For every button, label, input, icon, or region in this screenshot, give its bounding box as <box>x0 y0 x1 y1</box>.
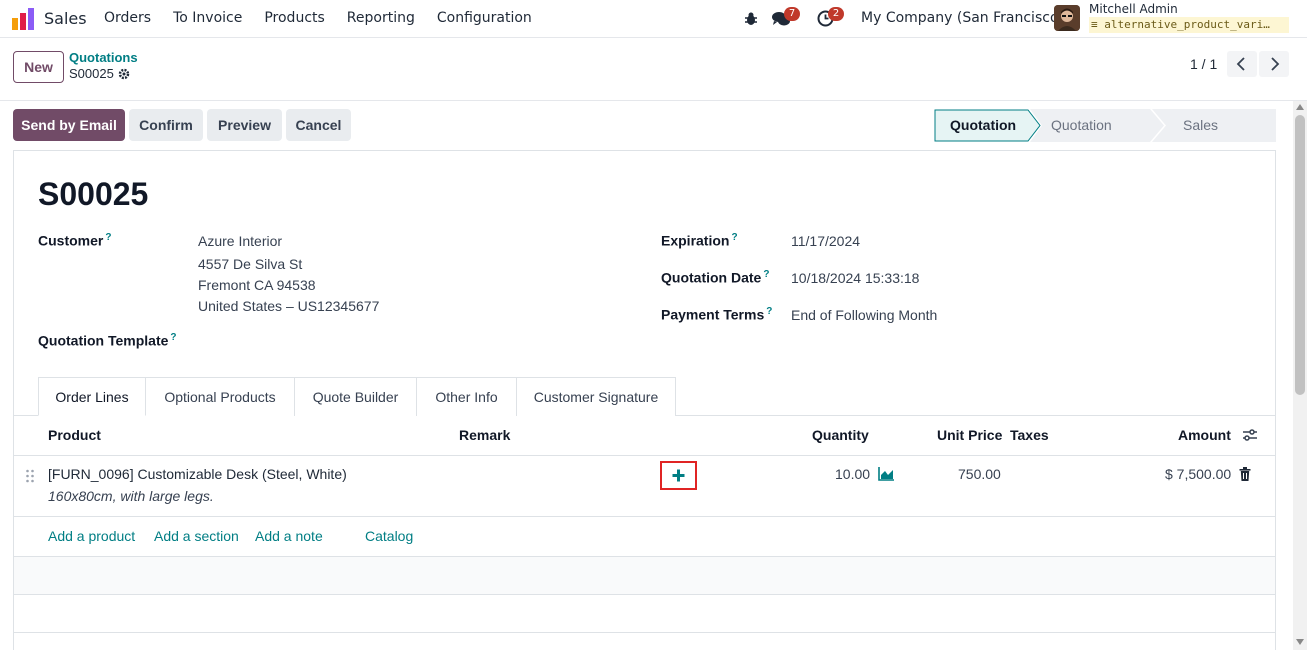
record-name-label: S00025 <box>69 66 114 81</box>
table-header-divider <box>13 455 1276 456</box>
scroll-up-icon[interactable] <box>1296 104 1304 110</box>
empty-row <box>14 557 1275 594</box>
top-navbar: Sales Orders To Invoice Products Reporti… <box>0 0 1307 38</box>
help-icon[interactable]: ? <box>766 306 772 317</box>
database-name: ≡ alternative_product_vari… <box>1089 17 1289 33</box>
new-button[interactable]: New <box>13 51 64 83</box>
row-divider <box>13 516 1276 517</box>
tab-order-lines[interactable]: Order Lines <box>38 377 146 416</box>
scroll-down-icon[interactable] <box>1296 639 1304 645</box>
quotation-template-label: Quotation Template? <box>38 332 177 349</box>
menu-configuration[interactable]: Configuration <box>437 10 532 26</box>
customer-line-1[interactable]: Azure Interior <box>198 233 282 249</box>
trash-icon[interactable] <box>1239 467 1251 481</box>
row-quantity[interactable]: 10.00 <box>835 466 870 482</box>
column-taxes[interactable]: Taxes <box>1010 427 1049 443</box>
column-remark[interactable]: Remark <box>459 427 510 443</box>
pager-previous-button[interactable] <box>1227 51 1257 77</box>
database-icon: ≡ <box>1091 18 1105 31</box>
user-avatar[interactable] <box>1054 5 1080 31</box>
column-amount[interactable]: Amount <box>1178 427 1231 443</box>
expiration-label: Expiration? <box>661 232 738 249</box>
send-by-email-button[interactable]: Send by Email <box>13 109 125 141</box>
help-icon[interactable]: ? <box>170 332 176 343</box>
stage-quotation[interactable]: Quotation <box>950 109 1016 142</box>
confirm-button[interactable]: Confirm <box>129 109 203 141</box>
row-product[interactable]: [FURN_0096] Customizable Desk (Steel, Wh… <box>48 466 347 482</box>
control-panel: New Quotations S00025 1 / 1 <box>0 39 1307 101</box>
scrollbar-thumb[interactable] <box>1295 115 1305 395</box>
add-section-link[interactable]: Add a section <box>154 528 239 544</box>
drag-handle-icon[interactable] <box>25 468 35 484</box>
pager-value[interactable]: 1 / 1 <box>1190 56 1217 72</box>
customer-label: Customer? <box>38 232 112 249</box>
gear-icon[interactable] <box>118 68 130 80</box>
bug-icon[interactable] <box>743 11 759 27</box>
column-quantity[interactable]: Quantity <box>812 427 869 443</box>
quotation-date-label: Quotation Date? <box>661 269 770 286</box>
database-label: alternative_product_vari… <box>1104 18 1270 31</box>
menu-reporting[interactable]: Reporting <box>347 10 415 26</box>
menu-to-invoice[interactable]: To Invoice <box>173 10 242 26</box>
row-unit-price[interactable]: 750.00 <box>958 466 1001 482</box>
company-switcher[interactable]: My Company (San Francisco) <box>861 10 1064 26</box>
add-note-link[interactable]: Add a note <box>255 528 323 544</box>
chevron-right-icon <box>1271 57 1280 71</box>
page-title: S00025 <box>38 176 149 212</box>
help-icon[interactable]: ? <box>105 232 111 243</box>
cancel-button[interactable]: Cancel <box>286 109 351 141</box>
row-divider <box>13 594 1276 595</box>
main-menu: Orders To Invoice Products Reporting Con… <box>104 10 554 26</box>
customer-line-3: Fremont CA 94538 <box>198 277 316 293</box>
plus-icon <box>672 469 685 482</box>
column-product[interactable]: Product <box>48 427 101 443</box>
customer-line-2: 4557 De Silva St <box>198 256 303 272</box>
tab-other-info[interactable]: Other Info <box>416 377 517 416</box>
payment-terms-field[interactable]: End of Following Month <box>791 307 937 323</box>
payment-terms-label: Payment Terms? <box>661 306 773 323</box>
row-description: 160x80cm, with large legs. <box>48 488 214 504</box>
record-name: S00025 <box>69 66 130 81</box>
user-name[interactable]: Mitchell Admin <box>1089 2 1178 16</box>
column-unit-price[interactable]: Unit Price <box>937 427 1002 443</box>
add-product-variant-button[interactable] <box>660 461 697 490</box>
tab-quote-builder[interactable]: Quote Builder <box>294 377 417 416</box>
column-settings-icon[interactable] <box>1242 428 1258 442</box>
messages-badge: 7 <box>784 7 800 21</box>
sales-app-icon[interactable] <box>12 8 34 30</box>
preview-button[interactable]: Preview <box>207 109 282 141</box>
catalog-link[interactable]: Catalog <box>365 528 413 544</box>
expiration-field[interactable]: 11/17/2024 <box>791 233 860 249</box>
forecast-chart-icon[interactable] <box>878 467 895 481</box>
tab-customer-signature[interactable]: Customer Signature <box>516 377 676 416</box>
row-amount: $ 7,500.00 <box>1165 466 1232 482</box>
chevron-left-icon <box>1236 57 1245 71</box>
stage-quotation-sent[interactable]: Quotation Sent <box>1051 109 1112 166</box>
breadcrumb-quotations[interactable]: Quotations <box>69 50 138 65</box>
row-divider <box>13 632 1276 633</box>
menu-orders[interactable]: Orders <box>104 10 151 26</box>
add-product-link[interactable]: Add a product <box>48 528 135 544</box>
help-icon[interactable]: ? <box>731 232 737 243</box>
page-scrollbar[interactable] <box>1293 101 1307 650</box>
menu-products[interactable]: Products <box>264 10 324 26</box>
customer-line-4: United States – US12345677 <box>198 298 380 314</box>
stage-sales-order[interactable]: Sales Order <box>1183 109 1219 166</box>
activities-badge: 2 <box>828 7 844 21</box>
tab-optional-products[interactable]: Optional Products <box>145 377 295 416</box>
app-name[interactable]: Sales <box>44 9 87 28</box>
pager-next-button[interactable] <box>1259 51 1289 77</box>
help-icon[interactable]: ? <box>763 269 769 280</box>
quotation-date-field[interactable]: 10/18/2024 15:33:18 <box>791 270 919 286</box>
